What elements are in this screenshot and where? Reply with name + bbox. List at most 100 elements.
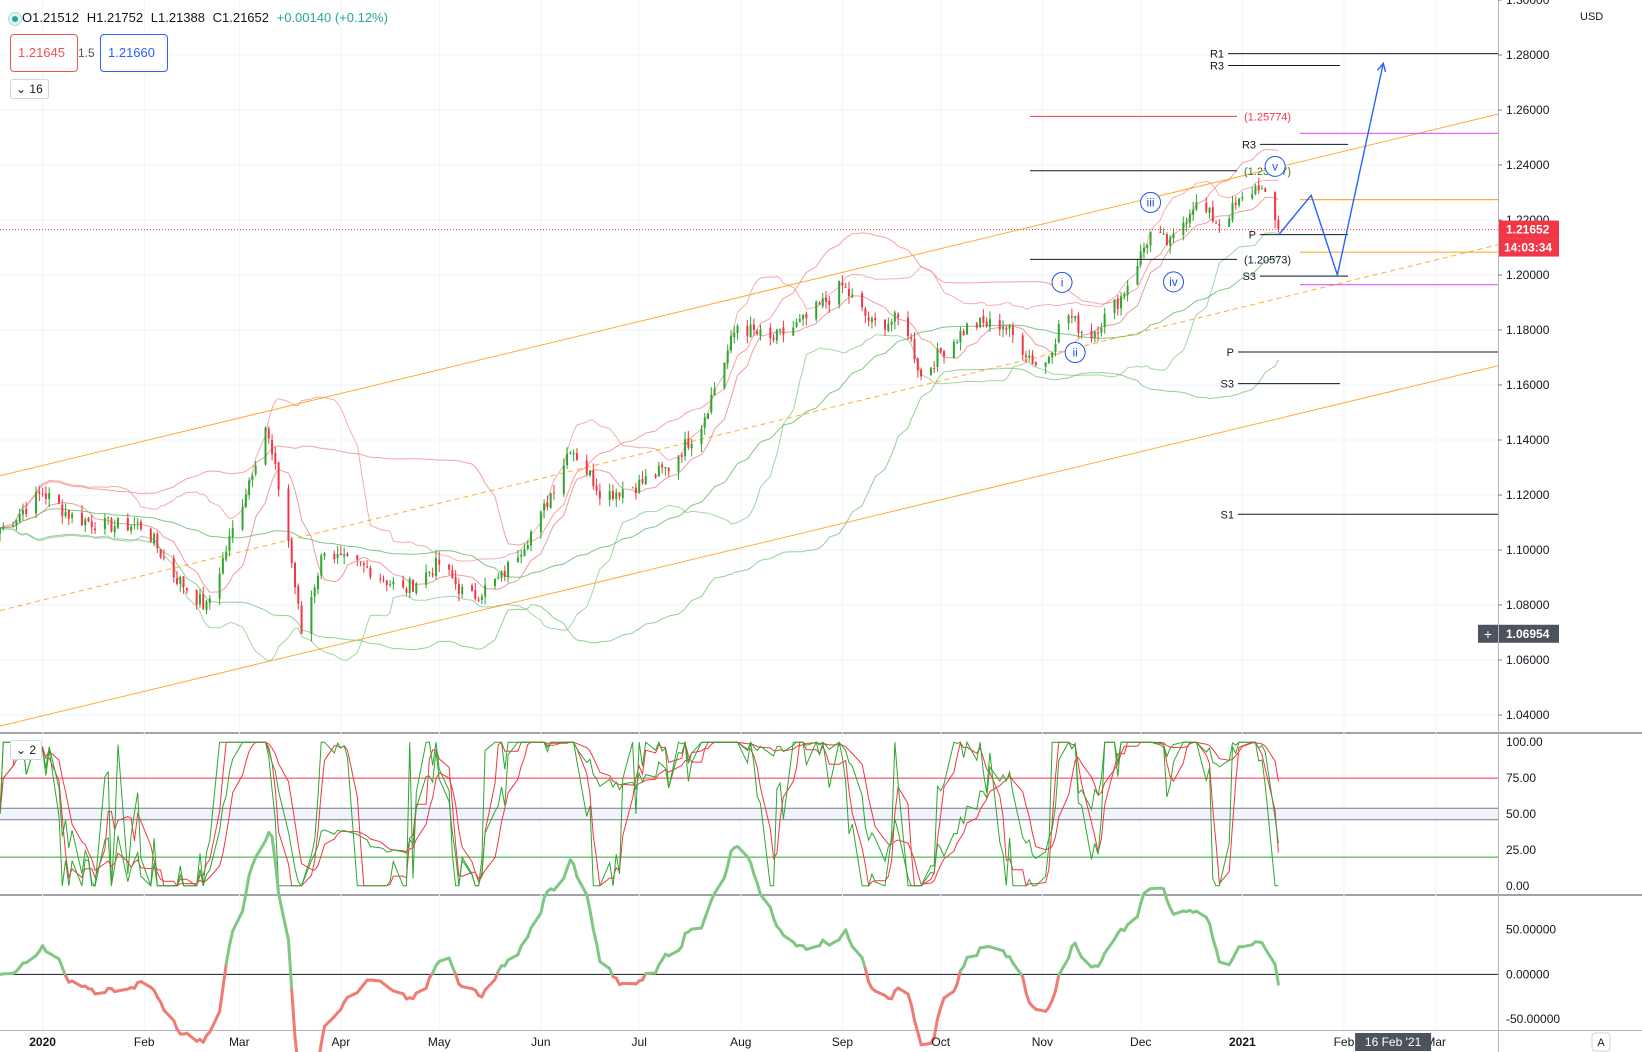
candle-body xyxy=(428,572,431,574)
candle-body xyxy=(25,508,28,515)
time-cursor-label: 16 Feb '21 xyxy=(1365,1035,1422,1049)
stoch-collapse-button[interactable]: ⌄ 2 xyxy=(10,740,43,760)
buy-button[interactable]: 1.21660 xyxy=(100,34,168,72)
candle-body xyxy=(38,491,41,494)
candle-body xyxy=(497,577,500,579)
candle-body xyxy=(248,480,251,495)
candle-body xyxy=(654,474,657,478)
candle-body xyxy=(431,573,434,576)
time-tick-label: 2021 xyxy=(1229,1035,1256,1049)
candle-body xyxy=(110,518,113,532)
candle-body xyxy=(117,517,120,528)
candle-body xyxy=(1228,218,1231,227)
candle-body xyxy=(779,328,782,331)
candle-body xyxy=(1126,285,1129,296)
candle-body xyxy=(707,413,710,419)
candle-body xyxy=(61,504,64,516)
stoch-tick-label: 0.00 xyxy=(1506,879,1530,893)
candle-body xyxy=(434,558,437,577)
candle-body xyxy=(746,326,749,336)
candle-body xyxy=(264,427,267,465)
candle-body xyxy=(379,578,382,580)
candle-body xyxy=(448,564,451,570)
candle-body xyxy=(959,331,962,343)
candle-body xyxy=(195,590,198,605)
candle-body xyxy=(818,302,821,305)
candle-body xyxy=(608,490,611,500)
candle-body xyxy=(598,491,601,499)
pivot-short-label: S3 xyxy=(1243,271,1256,283)
candle-body xyxy=(1136,266,1139,285)
candle-body xyxy=(1123,293,1126,297)
candle-body xyxy=(956,341,959,343)
chart-canvas[interactable]: R1R3(1.25774)(1.23787)(1.20573)PS3S1R3PS… xyxy=(0,0,1642,1052)
ohlc-change: +0.00140 (+0.12%) xyxy=(276,10,388,25)
candle-body xyxy=(638,479,641,493)
candle-body xyxy=(543,503,546,511)
candle-body xyxy=(929,367,932,375)
candle-body xyxy=(474,590,477,599)
candle-body xyxy=(1260,188,1263,190)
candle-body xyxy=(575,453,578,460)
candle-body xyxy=(2,526,5,529)
price-tick-label: 1.18000 xyxy=(1506,323,1550,337)
time-tick-label: Jun xyxy=(531,1035,550,1049)
candle-body xyxy=(690,443,693,449)
candle-body xyxy=(461,586,464,594)
candle-body xyxy=(113,526,116,533)
candle-body xyxy=(225,551,228,560)
candle-body xyxy=(795,322,798,327)
candle-body xyxy=(162,557,165,559)
crosshair-price-label: 1.06954 xyxy=(1506,627,1550,641)
pivot-short-label: P xyxy=(1249,230,1256,242)
candle-body xyxy=(271,440,274,455)
candle-body xyxy=(736,325,739,334)
candle-body xyxy=(975,323,978,328)
time-tick-label: 2020 xyxy=(29,1035,56,1049)
candle-body xyxy=(90,521,93,528)
candle-body xyxy=(202,594,205,609)
candle-body xyxy=(405,588,408,593)
stoch-tick-label: 25.00 xyxy=(1506,843,1536,857)
candle-body xyxy=(277,462,280,490)
level-label: S3 xyxy=(1221,379,1234,391)
candle-body xyxy=(107,517,110,519)
price-tick-label: 1.16000 xyxy=(1506,378,1550,392)
stoch-tick-label: 75.00 xyxy=(1506,771,1536,785)
candle-body xyxy=(870,318,873,323)
candle-body xyxy=(572,452,575,455)
candle-body xyxy=(356,555,359,560)
last-price-label: 1.21652 xyxy=(1506,223,1550,237)
candle-body xyxy=(1195,202,1198,210)
candle-body xyxy=(979,317,982,327)
candle-body xyxy=(1215,222,1218,224)
candle-body xyxy=(480,596,483,600)
candle-body xyxy=(552,492,555,494)
candle-body xyxy=(15,520,18,526)
momentum-tick-label: 50.00000 xyxy=(1506,922,1556,936)
candle-body xyxy=(798,318,801,322)
sell-button[interactable]: 1.21645 xyxy=(10,34,78,72)
ohlc-low: L1.21388 xyxy=(150,10,205,25)
candle-body xyxy=(205,601,208,611)
candle-body xyxy=(710,394,713,413)
candle-body xyxy=(988,319,991,328)
candle-body xyxy=(815,301,818,320)
candle-body xyxy=(1021,335,1024,355)
candle-body xyxy=(634,487,637,494)
candle-body xyxy=(943,351,946,357)
candle-body xyxy=(300,605,303,634)
time-tick-label: Jul xyxy=(632,1035,647,1049)
candle-body xyxy=(425,572,428,585)
price-tick-label: 1.06000 xyxy=(1506,653,1550,667)
candle-body xyxy=(241,506,244,530)
candle-body xyxy=(867,317,870,322)
candle-body xyxy=(359,561,362,563)
candle-body xyxy=(12,525,15,527)
candle-body xyxy=(1054,343,1057,353)
indicators-collapse-button[interactable]: ⌄ 16 xyxy=(10,79,49,99)
market-status-icon[interactable] xyxy=(8,12,22,26)
ohlc-close: C1.21652 xyxy=(212,10,269,25)
level-label: P xyxy=(1227,347,1234,359)
candle-body xyxy=(615,492,618,500)
